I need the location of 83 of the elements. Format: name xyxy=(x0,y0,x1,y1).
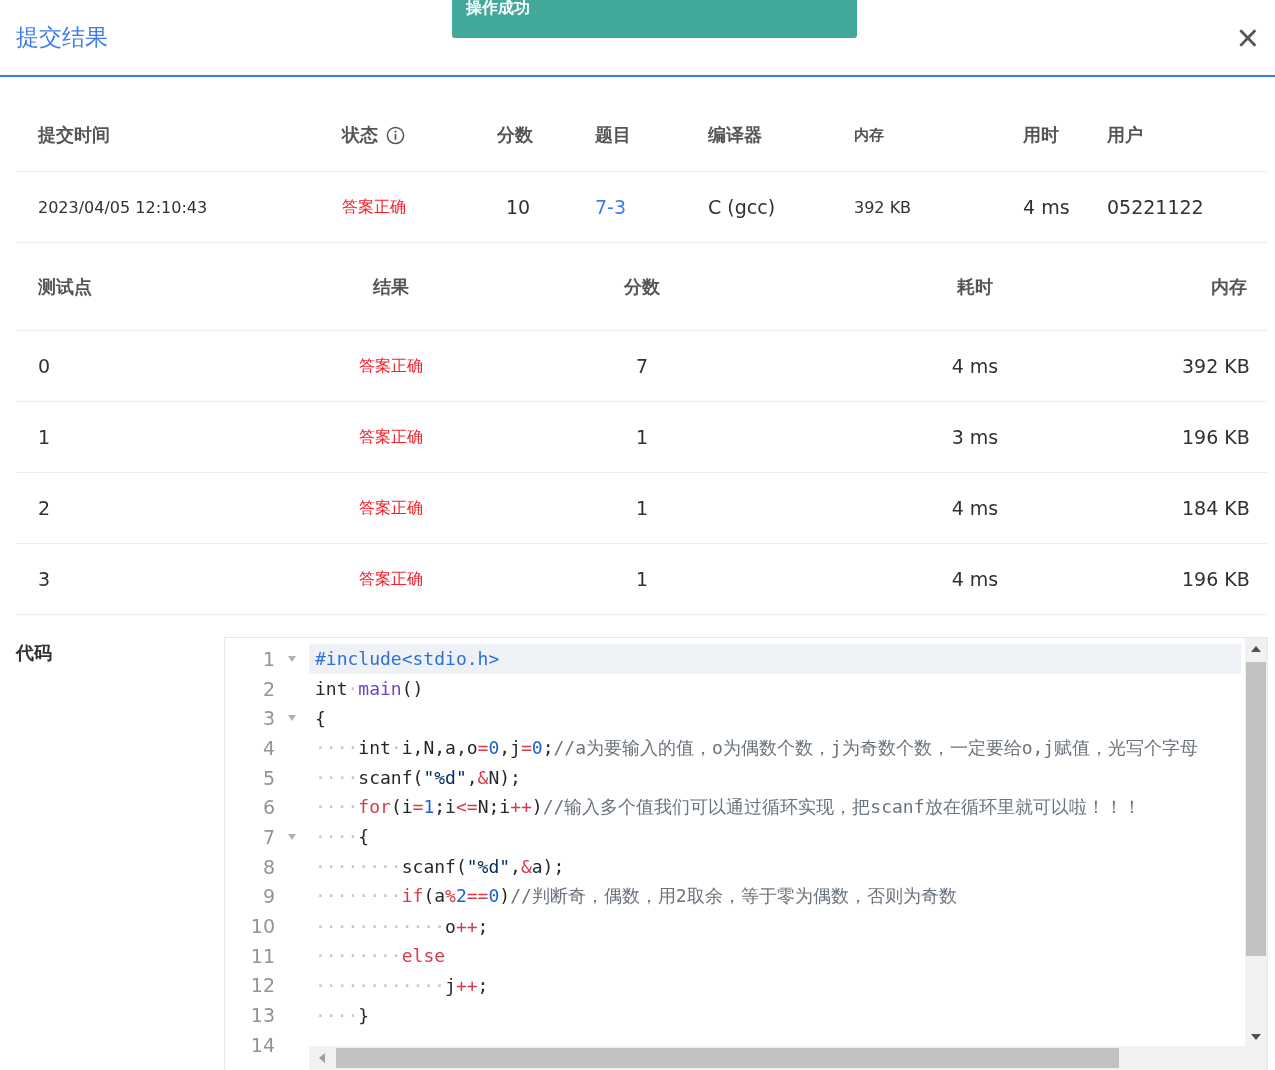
table-cell-text: 184 KB xyxy=(1182,497,1251,519)
column-header: 测试点 xyxy=(37,274,92,299)
column-header: 内存 xyxy=(854,125,884,145)
scroll-thumb[interactable] xyxy=(336,1048,1119,1068)
table-cell-text: 2 xyxy=(37,497,51,519)
column-header: 用时 xyxy=(1023,123,1059,147)
code-line: ········else xyxy=(315,945,446,967)
table-cell-text: 4 ms xyxy=(1023,196,1071,218)
table-cell-text: 196 KB xyxy=(1182,426,1251,448)
code-line: { xyxy=(315,707,326,729)
fold-icon[interactable] xyxy=(288,833,296,840)
info-icon[interactable] xyxy=(386,125,405,145)
table-cell: 1 xyxy=(635,426,649,448)
line-number: 5 xyxy=(261,766,275,789)
code-line: ····} xyxy=(315,1004,370,1026)
column-header: 状态 xyxy=(342,123,378,147)
line-number: 8 xyxy=(261,855,275,878)
column-header: 用户 xyxy=(1107,123,1143,147)
column-header: 提交时间 xyxy=(38,123,110,147)
line-number: 6 xyxy=(261,796,275,819)
code-line: ········if(a%2==0)//判断奇，偶数，用2取余，等于零为偶数，否则为奇数 xyxy=(315,884,957,909)
table-cell: 4 ms xyxy=(951,497,999,519)
code-line: ····int·i,N,a,o=0,j=0;//a为要输入的值，o为偶数个数，j为奇数个数，一定要给o,j赋值，光写个字母 xyxy=(315,735,1199,760)
table-cell-text: 196 KB xyxy=(1182,568,1251,590)
code-line: #include<stdio.h> xyxy=(315,648,500,670)
column-header: 分数 xyxy=(497,123,533,147)
section-label: 代码 xyxy=(16,641,53,665)
toast-message: 操作成功 xyxy=(452,0,857,38)
column-header: 结果 xyxy=(373,274,409,299)
line-number: 1 xyxy=(261,647,275,670)
scroll-up-icon[interactable] xyxy=(1251,646,1261,652)
status-label: 答案正确 xyxy=(359,568,423,590)
table-cell: 7 xyxy=(635,355,649,377)
status-label: 答案正确 xyxy=(359,426,423,448)
line-number: 3 xyxy=(261,707,275,730)
fold-icon[interactable] xyxy=(288,655,296,662)
code-line: int·main() xyxy=(315,678,424,700)
line-number: 10 xyxy=(249,915,275,938)
scroll-thumb[interactable] xyxy=(1246,662,1266,956)
table-cell: 4 ms xyxy=(951,568,999,590)
status-label: 答案正确 xyxy=(359,497,423,519)
column-header: 耗时 xyxy=(957,274,993,299)
scroll-down-icon[interactable] xyxy=(1251,1034,1261,1040)
line-number: 11 xyxy=(249,944,275,967)
line-number: 4 xyxy=(261,736,275,759)
code-line: ····for(i=1;i<=N;i++)//输入多个值我们可以通过循环实现，把scanf放在循环里就可以啦！！！ xyxy=(315,795,1141,820)
line-number: 2 xyxy=(261,677,275,700)
table-cell-text: 392 KB xyxy=(1182,355,1251,377)
vertical-scrollbar[interactable] xyxy=(1245,638,1267,1046)
table-cell-text: 1 xyxy=(37,426,51,448)
table-cell: 1 xyxy=(635,497,649,519)
line-number: 14 xyxy=(249,1033,275,1056)
column-header: 编译器 xyxy=(708,123,762,147)
table-cell-text: C (gcc) xyxy=(708,196,777,218)
line-number: 7 xyxy=(261,825,275,848)
table-cell-text: 2023/04/05 12:10:43 xyxy=(38,197,209,217)
fold-icon[interactable] xyxy=(288,715,296,722)
status-label: 答案正确 xyxy=(342,196,407,218)
column-header: 分数 xyxy=(624,274,660,299)
horizontal-scrollbar[interactable] xyxy=(309,1046,1267,1070)
table-cell-text: 05221122 xyxy=(1107,196,1205,218)
scroll-left-icon[interactable] xyxy=(319,1053,325,1063)
table-cell: 4 ms xyxy=(951,355,999,377)
line-number: 12 xyxy=(249,974,275,997)
dialog-title: 提交结果 xyxy=(16,23,108,52)
column-header: 内存 xyxy=(1211,274,1248,299)
table-cell-text: 3 xyxy=(37,568,51,590)
code-line: ········scanf("%d",&a); xyxy=(315,856,565,878)
column-header: 题目 xyxy=(595,123,631,147)
table-cell-text: 392 KB xyxy=(854,197,913,217)
code-line: ····scanf("%d",&N); xyxy=(315,767,521,789)
code-line: ············j++; xyxy=(315,974,489,996)
code-line: ············o++; xyxy=(315,915,489,937)
line-number: 9 xyxy=(261,885,275,908)
table-cell: 3 ms xyxy=(951,426,999,448)
close-button[interactable]: × xyxy=(1232,18,1263,57)
code-line: ····{ xyxy=(315,826,370,848)
status-label: 答案正确 xyxy=(359,355,423,377)
table-cell-text: 0 xyxy=(37,355,51,377)
problem-link[interactable]: 7-3 xyxy=(595,196,708,218)
line-number: 13 xyxy=(249,1004,275,1027)
table-cell: 1 xyxy=(635,568,649,590)
table-cell-text: 10 xyxy=(505,196,532,218)
